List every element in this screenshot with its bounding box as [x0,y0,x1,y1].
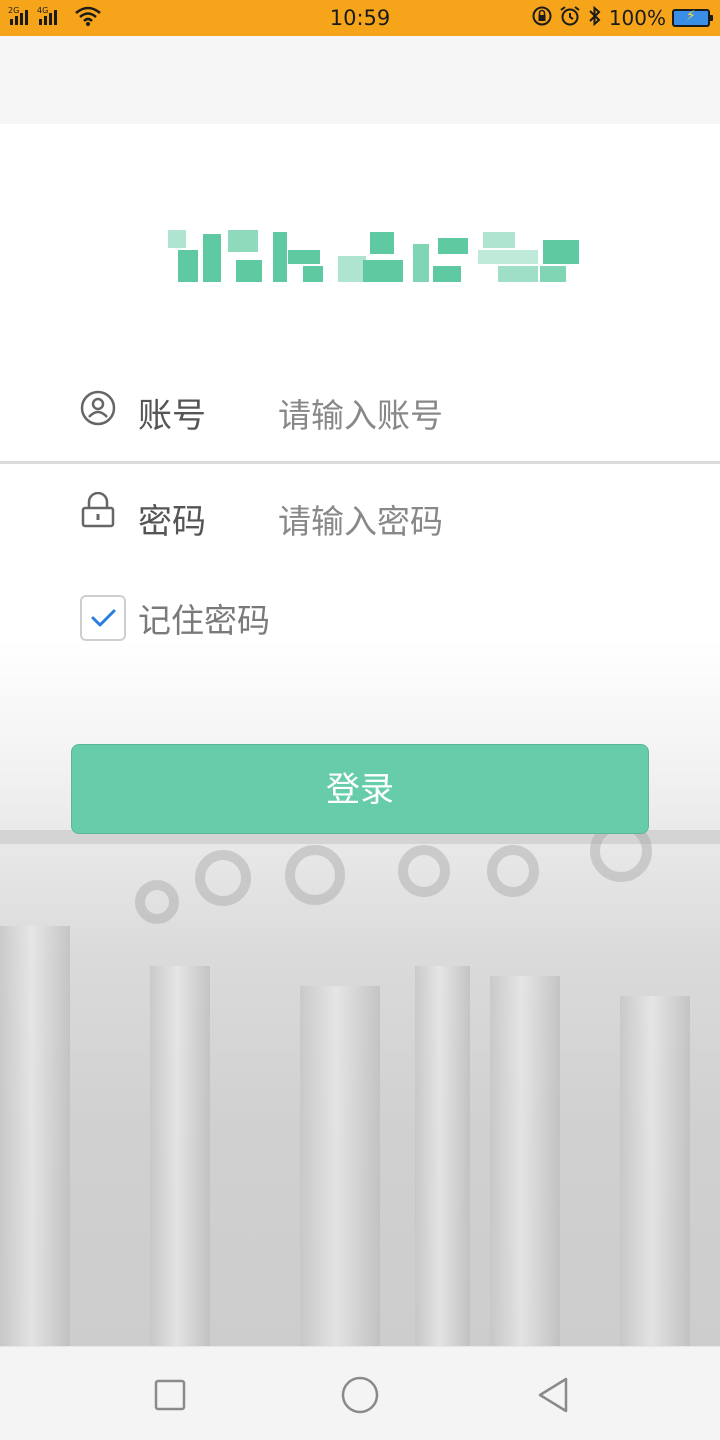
checkmark-icon [91,609,116,627]
scene-pipe [490,976,560,1346]
back-icon[interactable] [534,1375,574,1415]
remember-label: 记住密码 [138,601,270,640]
navigation-bar [0,1346,720,1440]
remember-checkbox[interactable] [80,595,126,641]
home-icon[interactable] [340,1375,380,1415]
lock-rotation-icon [531,5,553,32]
alarm-icon [559,5,581,32]
scene-pipe [0,926,70,1346]
bluetooth-icon [587,5,603,32]
header-band [0,36,720,124]
scene-valve [398,845,450,897]
login-button[interactable]: 登录 [71,744,649,834]
scene-valve [195,850,251,906]
status-bar: 2G 4G 10:59 100% ⚡ [0,0,720,36]
recent-apps-icon[interactable] [150,1375,190,1415]
scene-valve [487,845,539,897]
password-label: 密码 [138,502,206,542]
scene-pipe [415,966,470,1346]
password-input[interactable] [278,496,658,546]
scene-valve [285,845,345,905]
battery-icon: ⚡ [672,8,713,27]
scene-pipe [150,966,210,1346]
app-logo [148,220,580,286]
battery-percent: 100% [608,6,666,30]
account-label: 账号 [138,396,206,436]
status-right: 100% ⚡ [531,4,713,32]
account-input[interactable] [278,390,658,440]
lock-icon [80,491,116,528]
user-icon [80,390,116,426]
field-divider [0,461,720,464]
account-row: 账号 [0,376,720,462]
scene-pipe [620,996,690,1346]
password-row: 密码 [0,484,720,570]
scene-pipe [300,986,380,1346]
remember-password[interactable]: 记住密码 [80,594,270,642]
scene-valve [135,880,179,924]
